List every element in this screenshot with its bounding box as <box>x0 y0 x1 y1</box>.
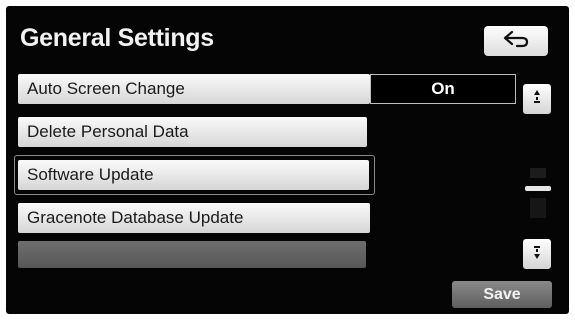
setting-label: Auto Screen Change <box>27 79 185 98</box>
setting-value: On <box>431 79 455 98</box>
scroll-down-icon <box>531 243 543 265</box>
setting-row-auto-screen-change[interactable]: Auto Screen Change <box>18 74 370 104</box>
setting-label: Software Update <box>27 165 154 184</box>
back-button[interactable] <box>484 26 548 56</box>
scroll-up-button[interactable] <box>523 84 551 114</box>
scroll-thumb[interactable] <box>525 186 551 191</box>
page-title: General Settings <box>20 24 214 52</box>
back-arrow-icon <box>502 30 530 52</box>
setting-row-gracenote-database-update[interactable]: Gracenote Database Update <box>18 203 370 233</box>
setting-row-delete-personal-data[interactable]: Delete Personal Data <box>18 117 367 147</box>
scroll-track[interactable] <box>530 118 546 236</box>
scroll-up-icon <box>531 88 543 110</box>
general-settings-screen: General Settings Auto Screen Change On D… <box>6 6 569 314</box>
setting-row-disabled <box>18 241 366 268</box>
setting-label: Delete Personal Data <box>27 122 189 141</box>
auto-screen-change-value[interactable]: On <box>370 74 516 104</box>
save-button[interactable]: Save <box>452 281 552 308</box>
setting-row-software-update[interactable]: Software Update <box>18 160 369 190</box>
scroll-down-button[interactable] <box>523 239 551 269</box>
setting-label: Gracenote Database Update <box>27 208 244 227</box>
save-label: Save <box>483 285 521 303</box>
